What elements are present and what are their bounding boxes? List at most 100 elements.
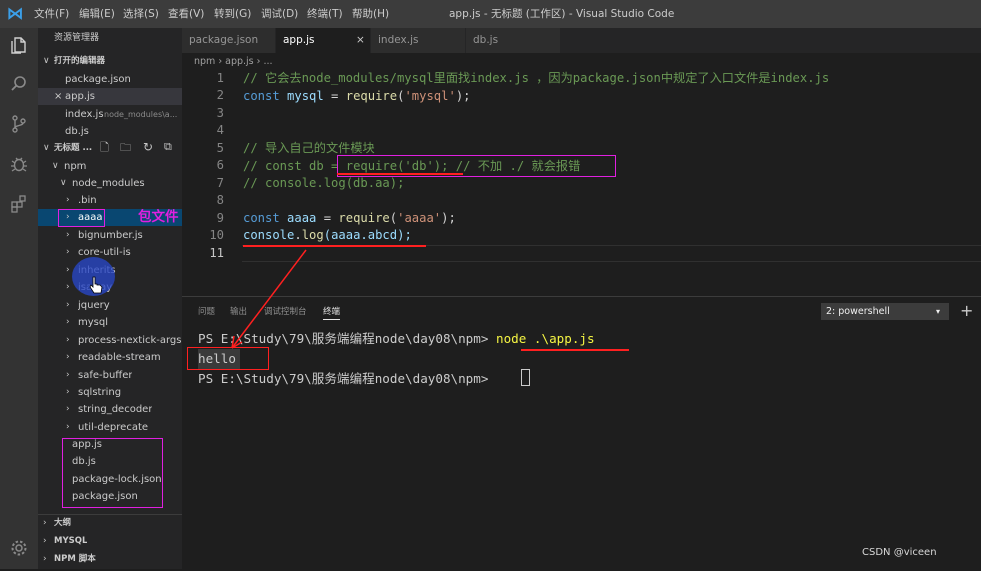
- code-operator: =: [323, 89, 346, 103]
- terminal-command: node .\app.js: [496, 331, 595, 346]
- add-terminal-icon[interactable]: +: [960, 301, 973, 321]
- chevron-down-icon[interactable]: ∨: [43, 140, 50, 157]
- chevron-right-icon[interactable]: ›: [43, 551, 47, 568]
- folder-npm[interactable]: npm: [64, 158, 86, 175]
- code-keyword: const: [243, 211, 280, 225]
- menu-debug[interactable]: 调试(D): [261, 6, 298, 22]
- code-line-7[interactable]: // console.log(db.aa);: [243, 175, 404, 193]
- tab-app-js[interactable]: app.js ×: [276, 28, 371, 53]
- code-line-2[interactable]: const mysql = require('mysql');: [243, 88, 471, 106]
- close-icon[interactable]: ×: [54, 88, 62, 105]
- chevron-right-icon[interactable]: ›: [66, 244, 70, 261]
- breadcrumb[interactable]: npm › app.js › ...: [194, 55, 273, 69]
- debug-icon[interactable]: [0, 146, 38, 182]
- new-folder-icon[interactable]: 🗀: [120, 141, 131, 155]
- panel-tab-terminal[interactable]: 终端: [323, 305, 341, 320]
- chevron-right-icon[interactable]: ›: [66, 367, 70, 384]
- open-editors-header[interactable]: 打开的编辑器: [54, 53, 105, 70]
- panel-tab-problems[interactable]: 问题: [198, 305, 215, 319]
- folder-safe-buffer[interactable]: safe-buffer: [78, 367, 132, 384]
- folder-bin[interactable]: .bin: [78, 192, 97, 209]
- chevron-down-icon[interactable]: ∨: [52, 158, 59, 175]
- code-keyword: const: [243, 89, 280, 103]
- sidebar-title: 资源管理器: [54, 33, 100, 43]
- tab-label: app.js: [283, 34, 315, 46]
- code-comment: // console.log(db.aa);: [243, 176, 405, 190]
- chevron-right-icon[interactable]: ›: [66, 401, 70, 418]
- code-comment: // 导入自己的文件模块: [243, 141, 375, 155]
- chevron-right-icon[interactable]: ›: [66, 279, 70, 296]
- chevron-right-icon[interactable]: ›: [66, 332, 70, 349]
- terminal-select[interactable]: 2: powershell: [821, 303, 949, 320]
- code-line-10[interactable]: console.log(aaaa.abcd);: [243, 227, 412, 245]
- menu-go[interactable]: 转到(G): [214, 6, 251, 22]
- refresh-icon[interactable]: ↻: [143, 140, 153, 154]
- chevron-right-icon[interactable]: ›: [66, 349, 70, 366]
- annotation-underline-command: [521, 349, 629, 351]
- annotation-box-aaaa: [58, 209, 105, 227]
- code-line-9[interactable]: const aaaa = require('aaaa');: [243, 210, 456, 228]
- open-editor-db-js[interactable]: db.js: [65, 123, 89, 140]
- chevron-right-icon[interactable]: ›: [66, 314, 70, 331]
- chevron-right-icon[interactable]: ›: [66, 192, 70, 209]
- chevron-right-icon[interactable]: ›: [66, 297, 70, 314]
- code-variable: console: [243, 228, 295, 242]
- menu-terminal[interactable]: 终端(T): [307, 6, 343, 22]
- menu-file[interactable]: 文件(F): [34, 6, 69, 22]
- gear-icon[interactable]: [0, 530, 38, 566]
- section-mysql[interactable]: MYSQL: [54, 533, 87, 550]
- hand-cursor-icon: [89, 276, 103, 294]
- chevron-right-icon[interactable]: ›: [66, 384, 70, 401]
- folder-sqlstring[interactable]: sqlstring: [78, 384, 121, 401]
- folder-readable-stream[interactable]: readable-stream: [78, 349, 161, 366]
- folder-mysql[interactable]: mysql: [78, 314, 108, 331]
- watermark: CSDN @viceen: [862, 547, 937, 558]
- section-outline[interactable]: 大纲: [54, 515, 71, 532]
- chevron-down-icon[interactable]: ∨: [60, 175, 67, 192]
- terminal-cursor: [521, 369, 530, 386]
- code-function: require: [345, 89, 398, 103]
- chevron-right-icon[interactable]: ›: [66, 419, 70, 436]
- chevron-down-icon[interactable]: ∨: [43, 53, 50, 70]
- line-number: 6: [216, 158, 224, 172]
- new-file-icon[interactable]: 🗋: [100, 141, 109, 155]
- tab-index-js[interactable]: index.js: [371, 28, 466, 53]
- folder-process-nextick-args[interactable]: process-nextick-args: [78, 332, 182, 349]
- collapse-all-icon[interactable]: ⧉: [164, 140, 172, 154]
- line-number: 5: [216, 141, 224, 155]
- folder-jquery[interactable]: jquery: [78, 297, 110, 314]
- vscode-logo-icon: ⋈: [6, 4, 24, 24]
- annotation-box-files: [62, 438, 163, 508]
- folder-util-deprecate[interactable]: util-deprecate: [78, 419, 148, 436]
- chevron-right-icon[interactable]: ›: [43, 533, 47, 550]
- menu-edit[interactable]: 编辑(E): [79, 6, 115, 22]
- extensions-icon[interactable]: [0, 186, 38, 222]
- tab-db-js[interactable]: db.js: [466, 28, 561, 53]
- open-editor-package-json[interactable]: package.json: [65, 71, 131, 88]
- search-icon[interactable]: [0, 66, 38, 102]
- chevron-down-icon[interactable]: ▾: [936, 303, 940, 320]
- terminal-prompt: PS E:\Study\79\服务端编程node\day08\npm>: [198, 371, 497, 386]
- folder-bignumber-js[interactable]: bignumber.js: [78, 227, 143, 244]
- open-editor-app-js[interactable]: app.js: [65, 88, 95, 105]
- open-editor-index-js[interactable]: index.js: [65, 106, 104, 123]
- chevron-right-icon[interactable]: ›: [66, 227, 70, 244]
- code-variable: aaaa: [279, 211, 317, 225]
- section-npm-scripts[interactable]: NPM 脚本: [54, 551, 96, 568]
- workspace-header[interactable]: 无标题 ...: [54, 140, 96, 157]
- menu-help[interactable]: 帮助(H): [352, 6, 389, 22]
- folder-string-decoder[interactable]: string_decoder: [78, 401, 152, 418]
- close-icon[interactable]: ×: [356, 28, 365, 53]
- folder-node-modules[interactable]: node_modules: [72, 175, 145, 192]
- window-title: app.js - 无标题 (工作区) - Visual Studio Code: [449, 8, 675, 20]
- line-number: 7: [216, 176, 224, 190]
- menu-selection[interactable]: 选择(S): [123, 6, 159, 22]
- chevron-right-icon[interactable]: ›: [66, 262, 70, 279]
- terminal-line-prompt[interactable]: PS E:\Study\79\服务端编程node\day08\npm>: [198, 369, 496, 389]
- tab-package-json[interactable]: package.json: [182, 28, 276, 53]
- explorer-icon[interactable]: [0, 27, 38, 63]
- chevron-right-icon[interactable]: ›: [43, 515, 47, 532]
- source-control-icon[interactable]: [0, 106, 38, 142]
- code-line-1[interactable]: // 它会去node_modules/mysql里面找index.js ，因为p…: [243, 70, 829, 88]
- menu-view[interactable]: 查看(V): [168, 6, 204, 22]
